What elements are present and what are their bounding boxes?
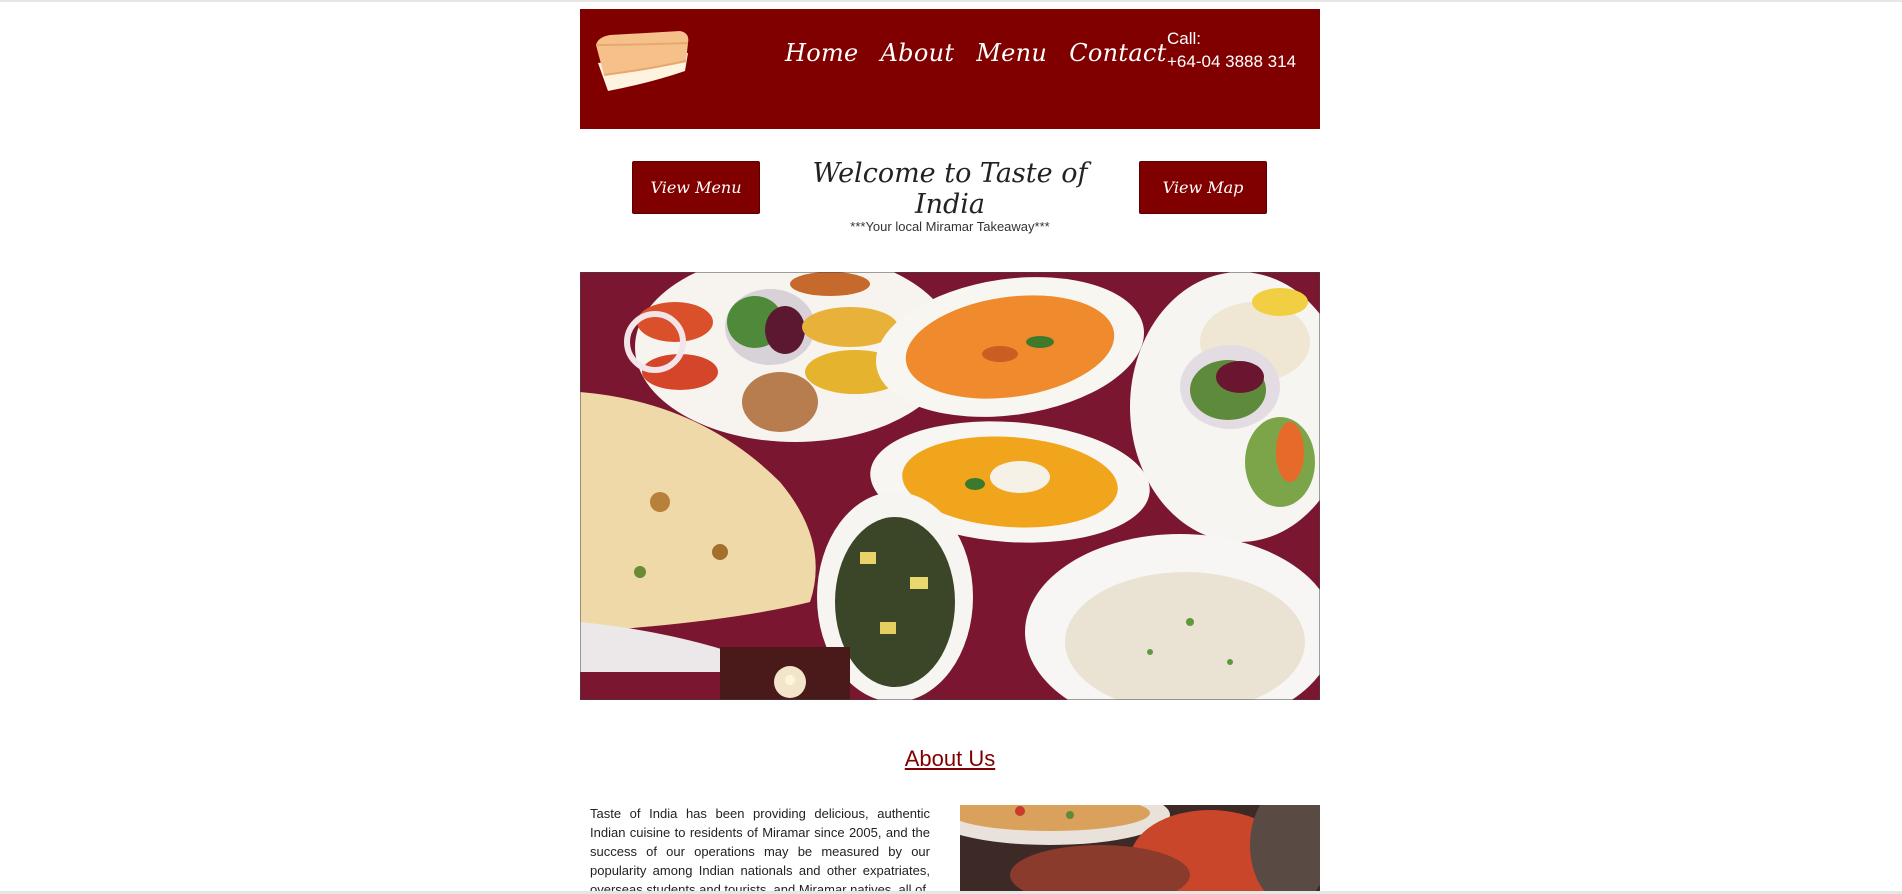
about-food-image: [960, 805, 1320, 891]
nav-home[interactable]: Home: [785, 39, 859, 67]
site-header: Home About Menu Contact Call: +64-04 388…: [580, 9, 1320, 129]
nav-about[interactable]: About: [881, 39, 955, 67]
view-map-button[interactable]: View Map: [1139, 161, 1267, 214]
welcome-heading: Welcome to Taste of India: [812, 158, 1088, 220]
phone-number[interactable]: +64-04 3888 314: [1167, 50, 1296, 73]
hero-food-image: [580, 272, 1320, 700]
takeaway-container-icon[interactable]: [590, 23, 695, 93]
about-us-heading: About Us: [904, 746, 996, 771]
main-nav: Home About Menu Contact: [785, 39, 1167, 67]
nav-menu[interactable]: Menu: [976, 39, 1047, 67]
view-menu-button[interactable]: View Menu: [632, 161, 760, 214]
call-label: Call:: [1167, 29, 1202, 48]
tagline: ***Your local Miramar Takeaway***: [850, 219, 1050, 234]
call-info: Call: +64-04 3888 314: [1167, 27, 1296, 73]
nav-contact[interactable]: Contact: [1069, 39, 1166, 67]
about-us-text: Taste of India has been providing delici…: [590, 806, 930, 891]
browser-top-border: [0, 0, 1902, 2]
